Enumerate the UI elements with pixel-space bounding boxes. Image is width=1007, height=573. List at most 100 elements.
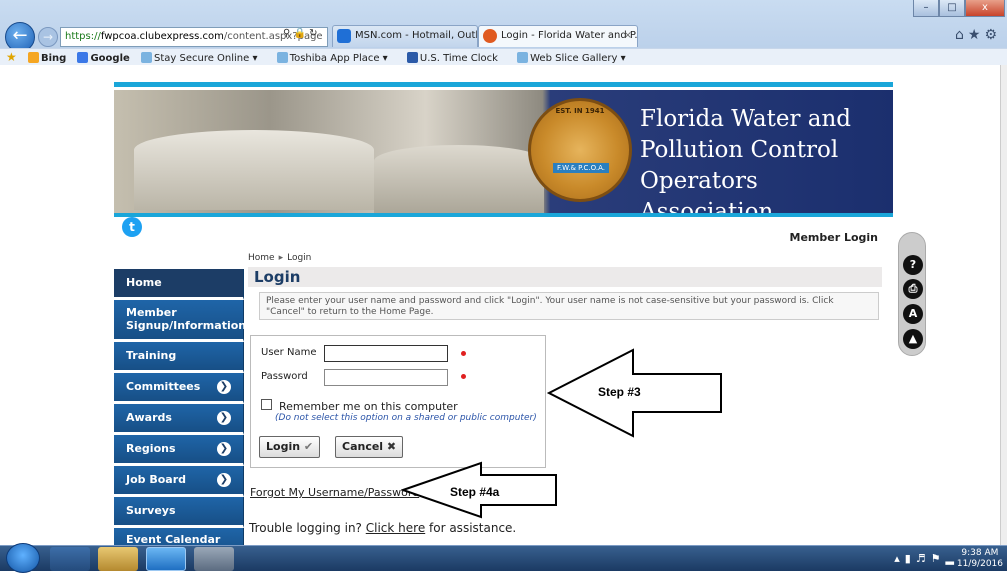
show-hidden-icons-icon[interactable]: ▴ [894,552,905,565]
fav-stay-secure[interactable]: Stay Secure Online ▾ [140,52,266,64]
flag-icon [406,52,418,63]
sidebar-item-label: Regions [126,442,176,455]
banner-divider [114,213,893,217]
toolbar-icons: ⌂★⚙ [955,27,1001,43]
sidebar-item-job-board[interactable]: Job Board ❯ [114,466,244,497]
scroll-top-icon[interactable]: ▲ [903,329,923,349]
fav-stay-secure-label: Stay Secure Online ▾ [153,53,258,64]
water-tank-image [374,145,544,215]
maximize-button[interactable]: □ [939,0,965,17]
site-banner: EST. IN 1941 F.W.& P.C.O.A. Florida Wate… [114,90,893,225]
search-icon[interactable]: ⚲ [283,28,290,39]
checkmark-icon: ✔ [303,440,314,453]
sidebar-item-label: Member Signup/Information [126,306,247,332]
breadcrumb: Home ▸ Login [248,253,311,263]
sidebar-item-regions[interactable]: Regions ❯ [114,435,244,466]
chevron-right-icon: ❯ [217,473,231,487]
network-icon[interactable]: ▮ [905,552,916,565]
minimize-button[interactable]: – [913,0,939,17]
close-window-button[interactable]: x [965,0,1005,17]
home-icon[interactable]: ⌂ [955,27,968,43]
forward-button[interactable]: → [38,27,58,47]
sidebar-item-event-calendar[interactable]: Event Calendar [114,528,244,545]
favorites-star-icon[interactable]: ★ [968,27,985,43]
text-size-icon[interactable]: A [903,304,923,324]
page-title: Login [248,267,882,287]
explorer-folder-icon[interactable] [98,547,138,571]
sidebar-item-awards[interactable]: Awards ❯ [114,404,244,435]
step4a-label: Step #4a [450,485,500,499]
username-label: User Name [261,347,317,358]
site-favicon-icon [483,29,497,43]
page-icon [517,52,529,63]
taskbar: ▴▮♬⚑▂ 9:38 AM 11/9/2016 [0,543,1007,573]
fav-google-label: Google [90,53,130,64]
cancel-button[interactable]: Cancel ✖ [335,436,404,458]
sidebar-item-label: Committees [126,380,201,393]
paint-icon[interactable] [194,547,234,571]
media-player-icon[interactable] [50,547,90,571]
sidebar-item-committees[interactable]: Committees ❯ [114,373,244,404]
water-tank-image [134,130,374,210]
required-indicator [461,351,466,356]
member-login-link[interactable]: Member Login [790,231,879,244]
remember-me-checkbox[interactable] [261,399,272,410]
forgot-password-link[interactable]: Forgot My Username/Password [250,486,419,499]
logo-established: EST. IN 1941 [555,107,605,115]
twitter-icon[interactable]: t [122,217,142,237]
fav-time-clock[interactable]: U.S. Time Clock [406,52,506,64]
google-icon [77,52,89,63]
sidebar-item-surveys[interactable]: Surveys [114,497,244,528]
page-icon [140,52,152,63]
remember-me-label[interactable]: Remember me on this computer [279,400,458,413]
tab-login-label: Login - Florida Water and P... [501,30,638,41]
fav-time-clock-label: U.S. Time Clock [419,53,498,64]
cancel-button-label: Cancel [342,440,384,453]
required-indicator [461,374,466,379]
tab-login[interactable]: Login - Florida Water and P... × [478,25,638,47]
window-controls: – □ x [913,0,1005,17]
volume-icon[interactable]: ♬ [916,552,931,565]
sidebar-item-label: Job Board [126,473,187,486]
org-title: Florida Water and Pollution Control Oper… [640,106,852,225]
sidebar-item-label: Awards [126,411,172,424]
start-button[interactable] [6,543,40,573]
association-logo[interactable]: EST. IN 1941 F.W.& P.C.O.A. [528,98,632,202]
bing-icon [27,52,39,63]
flag-icon[interactable]: ⚑ [931,552,946,565]
help-icon[interactable]: ? [903,255,923,275]
address-domain: fwpcoa.clubexpress.com [100,31,224,42]
fav-toshiba[interactable]: Toshiba App Place ▾ [276,52,396,64]
login-button[interactable]: Login ✔ [259,436,321,458]
login-instructions: Please enter your user name and password… [259,292,879,320]
breadcrumb-current: Login [287,253,312,263]
fav-web-slice[interactable]: Web Slice Gallery ▾ [517,52,634,64]
favorites-icon[interactable]: ★ [6,50,17,64]
close-tab-icon[interactable]: × [624,26,632,46]
chevron-right-icon: ❯ [217,411,231,425]
password-input[interactable] [324,369,448,386]
breadcrumb-separator: ▸ [278,253,284,263]
sidebar-item-label: Event Calendar [126,533,221,545]
scrollbar[interactable] [1000,65,1007,545]
fav-bing[interactable]: Bing [27,52,67,64]
tab-msn[interactable]: MSN.com - Hotmail, Outlook, ... [332,25,478,47]
fav-bing-label: Bing [40,53,67,64]
sidebar-item-home[interactable]: Home [114,269,244,300]
lock-icon[interactable]: 🔒 [294,28,306,39]
step3-label: Step #3 [598,385,641,399]
internet-explorer-icon[interactable] [146,547,186,571]
fav-google[interactable]: Google [77,52,130,64]
breadcrumb-home[interactable]: Home [248,253,275,263]
gear-icon[interactable]: ⚙ [984,27,1001,43]
system-clock[interactable]: 9:38 AM 11/9/2016 [957,548,1003,570]
refresh-icon[interactable]: ↻ [309,28,317,39]
print-icon[interactable]: ⎙ [903,279,923,299]
sidebar-item-label: Surveys [126,504,176,517]
address-protocol: https:// [65,31,101,42]
sidebar-item-member-signup[interactable]: Member Signup/Information [114,300,247,342]
username-input[interactable] [324,345,448,362]
favorites-bar: ★ Bing Google Stay Secure Online ▾ Toshi… [0,48,1007,65]
sidebar-item-training[interactable]: Training [114,342,244,373]
click-here-link[interactable]: Click here [366,521,425,535]
